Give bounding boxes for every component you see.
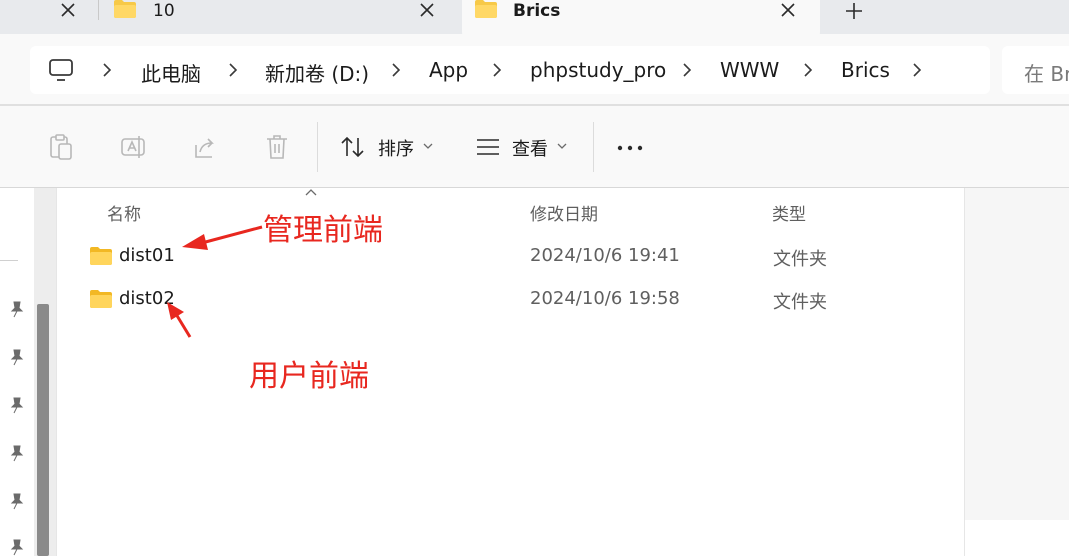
breadcrumb-item[interactable]: 此电脑 <box>141 58 201 87</box>
computer-icon[interactable] <box>48 58 74 82</box>
toolbar-separator <box>317 122 318 172</box>
share-icon[interactable] <box>192 133 218 161</box>
tab-inactive[interactable]: 10 <box>99 0 455 34</box>
delete-icon[interactable] <box>264 133 290 161</box>
chevron-right-icon[interactable] <box>100 61 114 79</box>
breadcrumb-item[interactable]: phpstudy_pro <box>530 58 666 82</box>
close-tab-icon[interactable] <box>56 0 80 22</box>
folder-icon <box>90 290 112 308</box>
file-list: 名称 修改日期 类型 dist01 2024/10/6 19:41 文件夹 di… <box>56 188 964 556</box>
file-type: 文件夹 <box>773 292 827 313</box>
nav-divider <box>0 260 18 261</box>
toolbar-separator <box>593 122 594 172</box>
chevron-down-icon <box>557 143 567 149</box>
sort-button[interactable]: 排序 <box>340 132 440 162</box>
tab-title: 10 <box>153 1 175 21</box>
paste-icon[interactable] <box>48 133 74 161</box>
command-bar: 排序 查看 <box>0 106 1069 188</box>
breadcrumb-item[interactable]: 新加卷 (D:) <box>265 58 369 87</box>
tab-strip: 10 Brics <box>0 0 1069 40</box>
column-header-modified[interactable]: 修改日期 <box>530 200 598 225</box>
breadcrumb-item[interactable]: Brics <box>841 58 890 82</box>
close-tab-icon[interactable] <box>776 0 800 22</box>
file-name: dist02 <box>119 288 175 309</box>
chevron-right-icon[interactable] <box>680 61 694 79</box>
pin-icon[interactable] <box>8 492 26 510</box>
chevron-right-icon[interactable] <box>490 61 504 79</box>
annotation-label: 用户前端 <box>249 359 369 394</box>
breadcrumb-item[interactable]: WWW <box>720 58 779 82</box>
view-label: 查看 <box>512 139 548 160</box>
file-modified: 2024/10/6 19:58 <box>530 288 680 309</box>
pin-icon[interactable] <box>8 538 26 556</box>
pin-icon[interactable] <box>8 444 26 462</box>
plus-icon[interactable] <box>842 0 866 22</box>
scrollbar-thumb[interactable] <box>37 304 49 556</box>
chevron-right-icon[interactable] <box>389 61 403 79</box>
tab-title: Brics <box>513 1 561 21</box>
folder-icon <box>114 0 136 18</box>
folder-icon <box>90 247 112 265</box>
search-input[interactable]: 在 Br <box>1002 46 1069 94</box>
view-button[interactable]: 查看 <box>475 132 575 162</box>
annotation-label: 管理前端 <box>263 213 383 248</box>
address-bar[interactable]: 此电脑 新加卷 (D:) App phpstudy_pro WWW Brics <box>30 46 990 94</box>
address-row: 此电脑 新加卷 (D:) App phpstudy_pro WWW Brics … <box>0 34 1069 104</box>
chevron-right-icon[interactable] <box>910 61 924 79</box>
chevron-right-icon[interactable] <box>226 61 240 79</box>
view-icon <box>477 139 499 155</box>
file-row[interactable]: dist01 2024/10/6 19:41 文件夹 <box>81 238 941 276</box>
chevron-down-icon <box>423 143 433 149</box>
pin-icon[interactable] <box>8 396 26 414</box>
details-pane-footer <box>964 520 1069 556</box>
file-name: dist01 <box>119 245 175 266</box>
chevron-up-icon <box>305 189 317 196</box>
column-header-name[interactable]: 名称 <box>107 200 141 225</box>
sort-icon <box>341 136 364 158</box>
details-pane <box>964 188 1069 520</box>
close-tab-icon[interactable] <box>415 0 439 22</box>
navigation-pane <box>0 188 34 556</box>
pin-icon[interactable] <box>8 348 26 366</box>
more-icon[interactable] <box>612 134 648 160</box>
rename-icon[interactable] <box>120 133 146 161</box>
chevron-right-icon[interactable] <box>801 61 815 79</box>
file-row[interactable]: dist02 2024/10/6 19:58 文件夹 <box>81 281 941 319</box>
file-type: 文件夹 <box>773 249 827 270</box>
column-header-type[interactable]: 类型 <box>772 200 806 225</box>
breadcrumb-item[interactable]: App <box>429 58 468 82</box>
pin-icon[interactable] <box>8 300 26 318</box>
search-placeholder: 在 Br <box>1024 62 1069 86</box>
sort-label: 排序 <box>378 139 414 160</box>
file-modified: 2024/10/6 19:41 <box>530 245 680 266</box>
folder-icon <box>475 0 497 18</box>
